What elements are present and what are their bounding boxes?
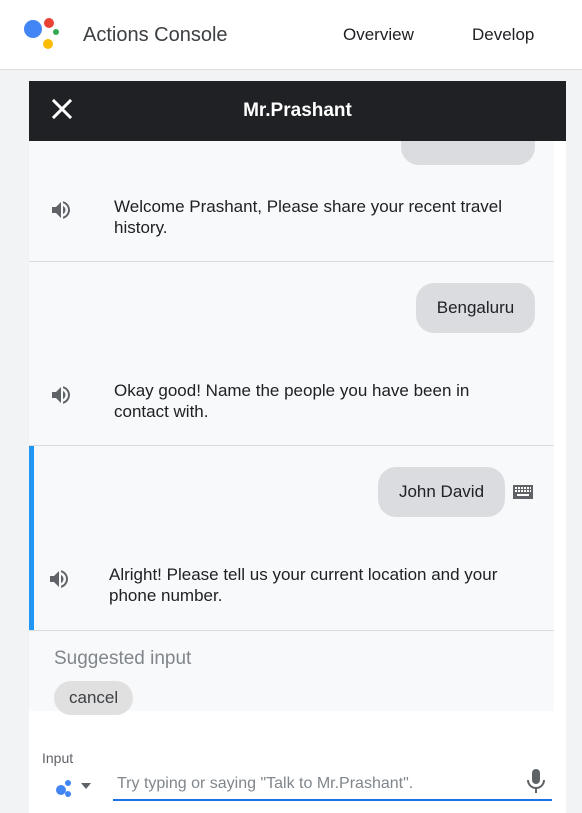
- suggestion-chip-cancel[interactable]: cancel: [54, 681, 134, 715]
- suggested-input-label: Suggested input: [54, 648, 192, 669]
- google-assistant-logo-icon[interactable]: [24, 18, 60, 52]
- user-bubble[interactable]: Bengaluru: [416, 283, 535, 333]
- nav-develop[interactable]: Develop: [472, 25, 534, 45]
- simulator-title: Mr.Prashant: [243, 100, 352, 121]
- conversation-turn-selected[interactable]: John David Alright! Please tell us your …: [29, 446, 554, 631]
- conversation-turn[interactable]: Bengaluru Okay good! Name the people you…: [29, 262, 554, 446]
- bot-response-text: Alright! Please tell us your current loc…: [109, 565, 498, 605]
- scrollbar-track[interactable]: [554, 141, 566, 711]
- app-title: Actions Console: [83, 24, 228, 46]
- mic-icon[interactable]: [524, 767, 548, 795]
- top-app-bar: Actions Console Overview Develop: [0, 0, 582, 70]
- bot-response-text: Okay good! Name the people you have been…: [114, 381, 470, 421]
- speaker-icon[interactable]: [47, 567, 71, 591]
- assistant-surface-dropdown[interactable]: [51, 773, 99, 799]
- keyboard-icon: [513, 485, 533, 499]
- input-label: Input: [42, 750, 74, 766]
- chevron-down-icon: [81, 783, 91, 789]
- bot-response-text: Welcome Prashant, Please share your rece…: [114, 197, 503, 237]
- simulator-panel: Mr.Prashant Welcome Prashant, Please sha…: [29, 81, 566, 813]
- speaker-icon[interactable]: [49, 383, 73, 407]
- speaker-icon[interactable]: [49, 198, 73, 222]
- user-bubble[interactable]: John David: [378, 467, 505, 517]
- query-input[interactable]: [113, 769, 552, 801]
- nav-overview[interactable]: Overview: [343, 25, 414, 45]
- conversation-area[interactable]: Welcome Prashant, Please share your rece…: [29, 141, 554, 711]
- conversation-turn[interactable]: Welcome Prashant, Please share your rece…: [29, 141, 554, 262]
- simulator-header: Mr.Prashant: [29, 81, 566, 141]
